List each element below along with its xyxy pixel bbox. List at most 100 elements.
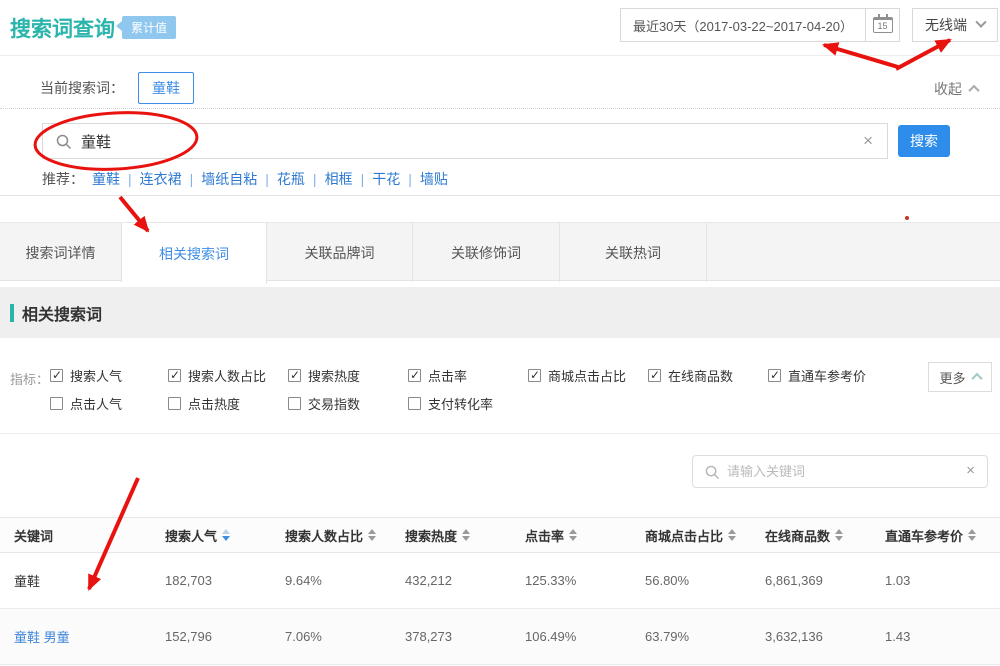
collapse-link[interactable]: 收起	[934, 79, 978, 99]
recommend-link[interactable]: 墙贴	[420, 169, 448, 189]
column-header-search-heat[interactable]: 搜索热度	[391, 526, 511, 545]
value-cell: 152,796	[151, 629, 271, 644]
metric-checkbox-ztc-ref-price[interactable]: 直通车参考价	[768, 366, 866, 385]
metric-checkbox-online-products[interactable]: 在线商品数	[648, 366, 733, 385]
column-header-searcher-ratio[interactable]: 搜索人数占比	[271, 526, 391, 545]
separator: |	[190, 171, 194, 187]
value-cell: 182,703	[151, 573, 271, 588]
sort-icon[interactable]	[728, 529, 736, 541]
metric-label: 直通车参考价	[788, 366, 866, 385]
value-cell: 432,212	[391, 573, 511, 588]
search-input[interactable]	[43, 124, 887, 158]
metric-checkbox-mall-click-ratio[interactable]: 商城点击占比	[528, 366, 626, 385]
checkbox-unchecked-icon	[50, 397, 63, 410]
clear-icon[interactable]: ×	[863, 131, 873, 151]
recommend-link[interactable]: 童鞋	[92, 169, 120, 189]
value-cell: 378,273	[391, 629, 511, 644]
calendar-day-label: 15	[877, 22, 887, 31]
metric-checkbox-search-heat[interactable]: 搜索热度	[288, 366, 360, 385]
checkbox-unchecked-icon	[408, 397, 421, 410]
chevron-up-icon	[971, 373, 982, 384]
page-header: 搜索词查询 累计值 最近30天（2017-03-22~2017-04-20） 1…	[0, 0, 1000, 56]
value-cell: 1.43	[871, 629, 1000, 644]
column-header-search-popularity[interactable]: 搜索人气	[151, 526, 271, 545]
search-row: × 搜索	[42, 123, 1000, 159]
checkbox-unchecked-icon	[168, 397, 181, 410]
keyword-filter-wrap: ×	[692, 455, 988, 488]
checkbox-checked-icon	[528, 369, 541, 382]
metric-label: 点击率	[428, 366, 467, 385]
column-header-ctr[interactable]: 点击率	[511, 526, 631, 545]
recommend-link[interactable]: 连衣裙	[140, 169, 182, 189]
clear-icon[interactable]: ×	[966, 462, 975, 479]
metric-label: 搜索人数占比	[188, 366, 266, 385]
recommend-link[interactable]: 相框	[325, 169, 353, 189]
tab-related-search-terms[interactable]: 相关搜索词	[122, 223, 267, 284]
value-cell: 106.49%	[511, 629, 631, 644]
value-cell: 7.06%	[271, 629, 391, 644]
search-term-query-page: 搜索词查询 累计值 最近30天（2017-03-22~2017-04-20） 1…	[0, 0, 1000, 666]
tab-related-brand-terms[interactable]: 关联品牌词	[267, 223, 413, 282]
checkbox-unchecked-icon	[288, 397, 301, 410]
checkbox-checked-icon	[50, 369, 63, 382]
metric-label: 在线商品数	[668, 366, 733, 385]
metrics-label: 指标：	[10, 369, 49, 388]
metric-label: 搜索人气	[70, 366, 122, 385]
separator: |	[313, 171, 317, 187]
sort-icon[interactable]	[968, 529, 976, 541]
column-header-mall-click-ratio[interactable]: 商城点击占比	[631, 526, 751, 545]
checkbox-checked-icon	[288, 369, 301, 382]
search-input-wrap: ×	[42, 123, 888, 159]
column-label: 搜索热度	[405, 526, 457, 545]
title-accent-bar	[10, 304, 14, 322]
metric-checkbox-click-heat[interactable]: 点击热度	[168, 394, 240, 413]
separator: |	[361, 171, 365, 187]
header-controls: 最近30天（2017-03-22~2017-04-20） 15 无线端	[620, 8, 998, 42]
recommend-link[interactable]: 干花	[372, 169, 400, 189]
column-header-online-products[interactable]: 在线商品数	[751, 526, 871, 545]
metric-label: 点击热度	[188, 394, 240, 413]
date-range-selector[interactable]: 最近30天（2017-03-22~2017-04-20）	[620, 8, 866, 42]
related-terms-table: 关键词 搜索人气 搜索人数占比 搜索热度 点击率 商城点击占比	[0, 517, 1000, 665]
metric-checkbox-transaction-index[interactable]: 交易指数	[288, 394, 360, 413]
sort-icon[interactable]	[462, 529, 470, 541]
column-label: 点击率	[525, 526, 564, 545]
terminal-label: 无线端	[925, 15, 967, 35]
calendar-button[interactable]: 15	[866, 8, 900, 42]
sort-icon[interactable]	[222, 529, 230, 541]
recommendations-row: 推荐： 童鞋 | 连衣裙 | 墙纸自粘 | 花瓶 | 相框 | 干花 | 墙贴	[42, 169, 448, 189]
section-title: 相关搜索词	[10, 301, 102, 325]
current-term-button[interactable]: 童鞋	[138, 72, 194, 104]
metric-checkbox-ctr[interactable]: 点击率	[408, 366, 467, 385]
tab-search-term-detail[interactable]: 搜索词详情	[0, 223, 122, 282]
metric-label: 搜索热度	[308, 366, 360, 385]
metric-checkbox-search-popularity[interactable]: 搜索人气	[50, 366, 122, 385]
metric-checkbox-payment-conversion[interactable]: 支付转化率	[408, 394, 493, 413]
keyword-filter-input[interactable]	[693, 456, 987, 487]
table-row: 童鞋 182,703 9.64% 432,212 125.33% 56.80% …	[0, 553, 1000, 609]
current-search-term-label: 当前搜索词：	[40, 78, 124, 98]
query-panel: 当前搜索词： 童鞋 收起 × 搜索 推荐： 童鞋 | 连衣裙 |	[0, 57, 1000, 196]
search-button[interactable]: 搜索	[898, 125, 950, 157]
terminal-dropdown[interactable]: 无线端	[912, 8, 998, 42]
section-band: 相关搜索词	[0, 287, 1000, 338]
tab-related-modifier-terms[interactable]: 关联修饰词	[413, 223, 560, 282]
recommend-link[interactable]: 墙纸自粘	[201, 169, 257, 189]
recommend-link[interactable]: 花瓶	[277, 169, 305, 189]
tab-bar: 搜索词详情 相关搜索词 关联品牌词 关联修饰词 关联热词	[0, 222, 1000, 281]
metric-checkbox-click-popularity[interactable]: 点击人气	[50, 394, 122, 413]
keyword-link[interactable]: 童鞋 男童	[14, 630, 70, 645]
date-range-label: 最近30天（2017-03-22~2017-04-20）	[633, 16, 853, 35]
column-label: 商城点击占比	[645, 526, 723, 545]
sort-icon[interactable]	[835, 529, 843, 541]
sort-icon[interactable]	[569, 529, 577, 541]
section-title-text: 相关搜索词	[22, 301, 102, 325]
sort-icon[interactable]	[368, 529, 376, 541]
column-header-ztc-ref-price[interactable]: 直通车参考价	[871, 526, 1000, 545]
red-dot-annotation	[905, 216, 909, 220]
tab-related-hot-terms[interactable]: 关联热词	[560, 223, 707, 282]
more-button[interactable]: 更多	[928, 362, 992, 392]
keyword-cell: 童鞋	[0, 571, 151, 590]
metric-checkbox-searcher-ratio[interactable]: 搜索人数占比	[168, 366, 266, 385]
value-cell: 1.03	[871, 573, 1000, 588]
